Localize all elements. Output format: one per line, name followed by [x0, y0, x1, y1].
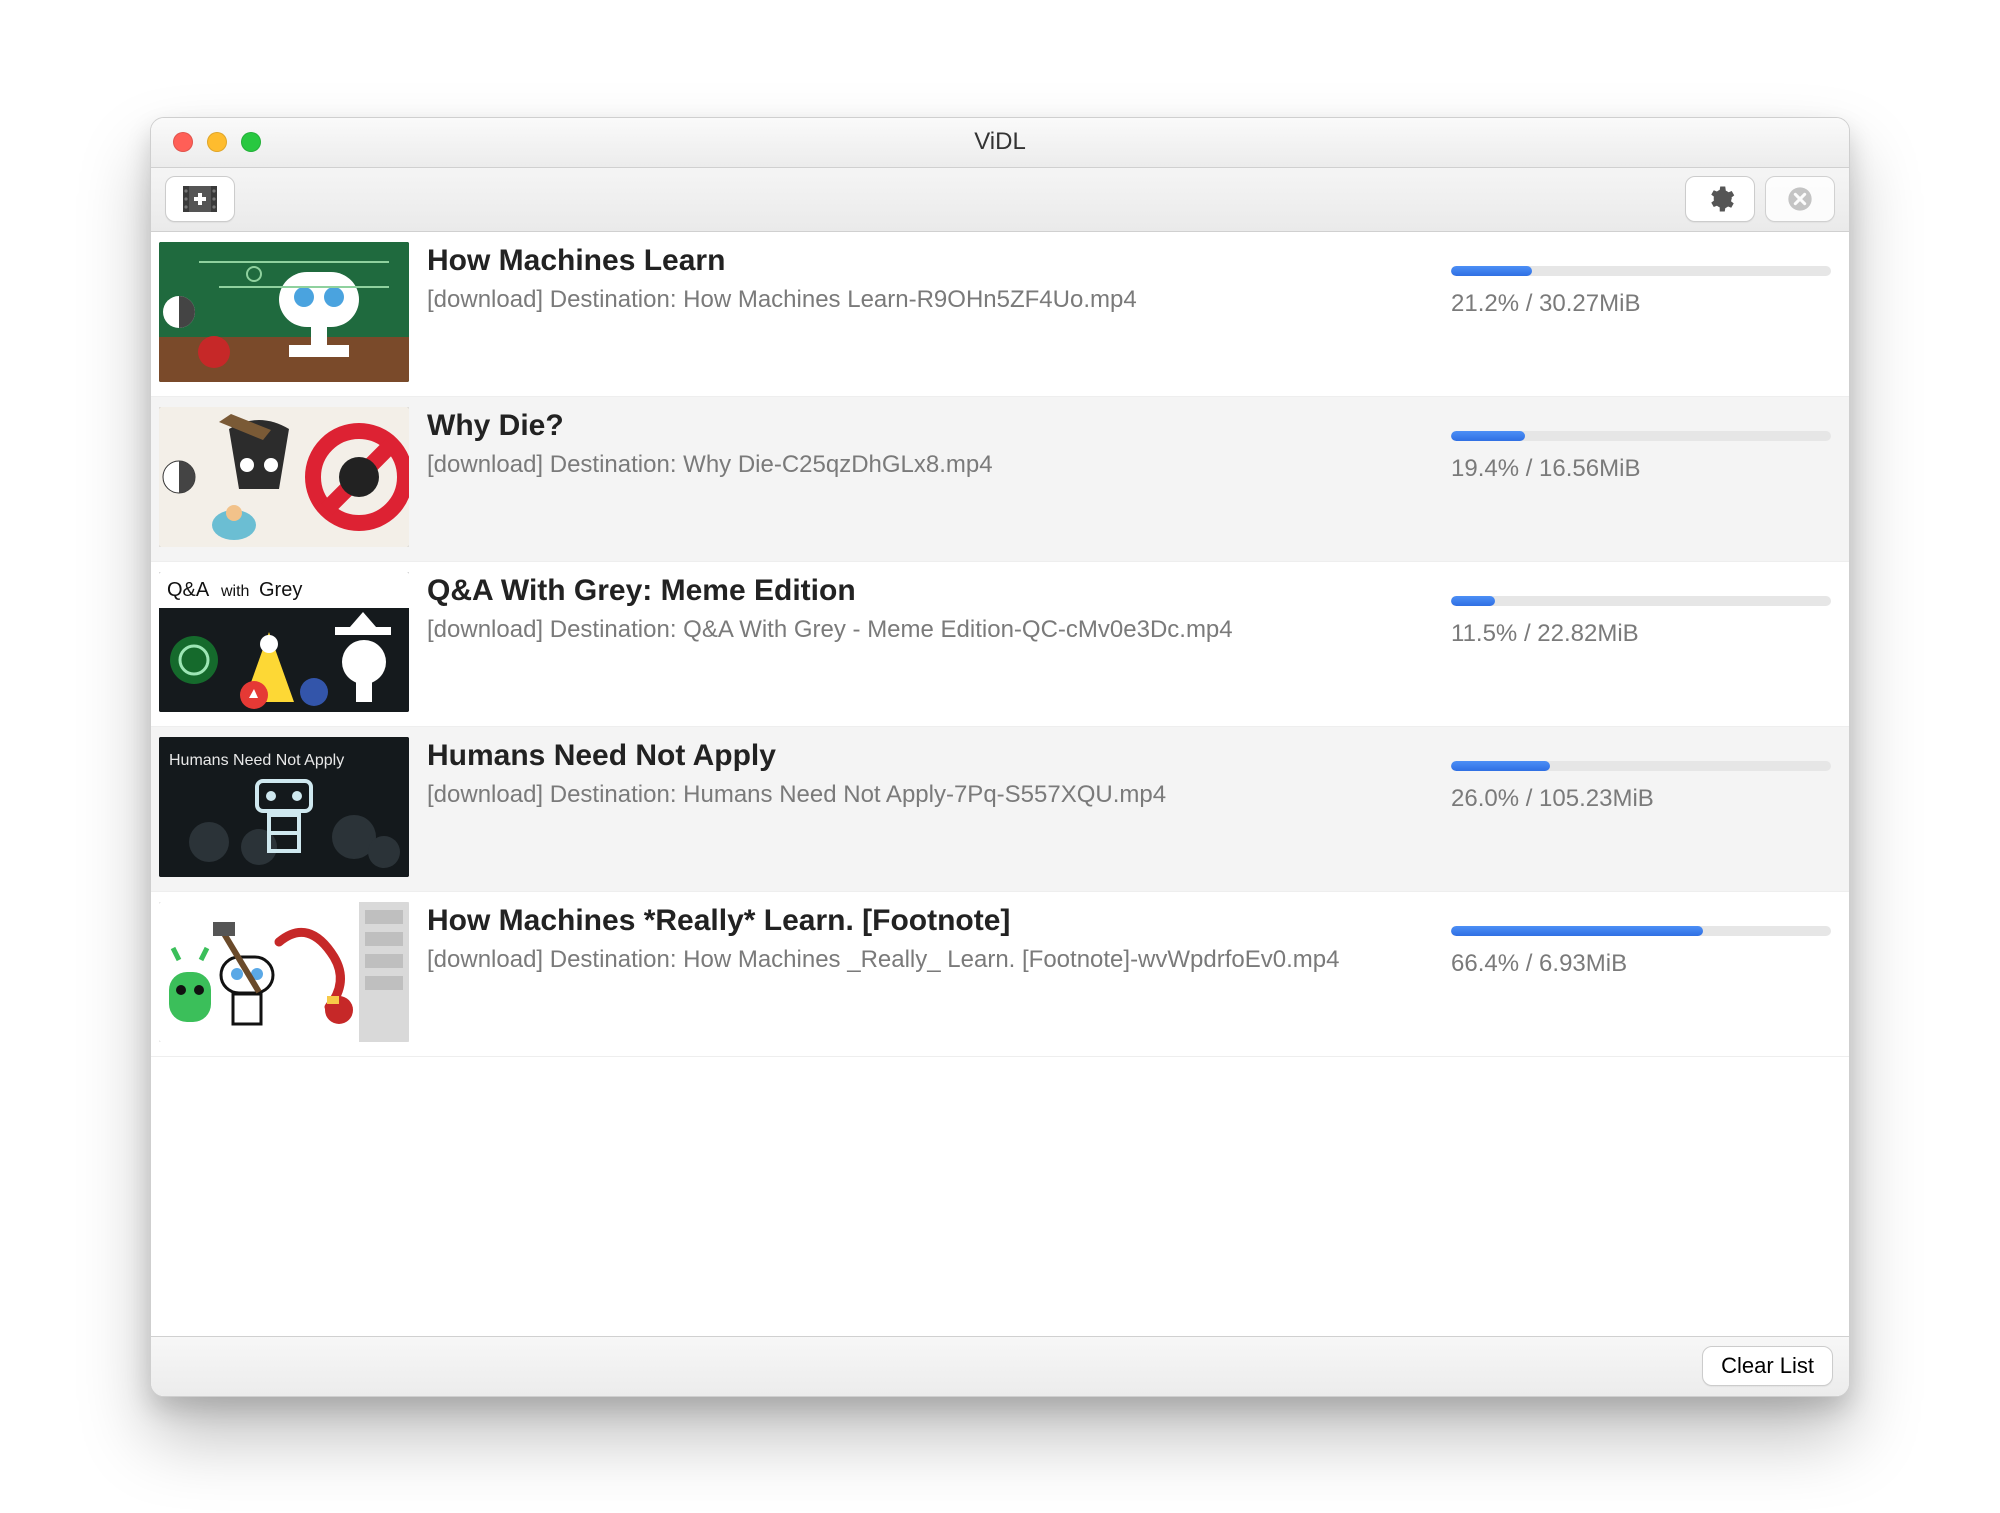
progress-bar [1451, 761, 1831, 771]
titlebar: ViDL [151, 118, 1849, 168]
close-window-button[interactable] [173, 132, 193, 152]
download-status: [download] Destination: How Machines _Re… [427, 944, 1433, 976]
thumbnail [159, 902, 409, 1042]
window-controls [151, 132, 261, 152]
app-window: ViDL [150, 117, 1850, 1397]
progress-bar [1451, 431, 1831, 441]
progress-bar [1451, 596, 1831, 606]
download-info: Q&A With Grey: Meme Edition [download] D… [427, 572, 1433, 646]
progress-text: 66.4% / 6.93MiB [1451, 950, 1831, 978]
settings-button[interactable] [1685, 176, 1755, 222]
svg-text:Humans Need Not Apply: Humans Need Not Apply [169, 752, 344, 769]
download-info: How Machines *Really* Learn. [Footnote] … [427, 902, 1433, 976]
download-title: Humans Need Not Apply [427, 739, 1433, 773]
download-title: How Machines *Really* Learn. [Footnote] [427, 904, 1433, 938]
download-progress-area: 21.2% / 30.27MiB [1451, 242, 1831, 318]
download-progress-area: 66.4% / 6.93MiB [1451, 902, 1831, 978]
thumbnail: Q&A with Grey [159, 572, 409, 712]
download-title: Why Die? [427, 409, 1433, 443]
footer: Clear List [151, 1336, 1849, 1396]
svg-text:Q&A: Q&A [167, 579, 210, 601]
download-row[interactable]: Why Die? [download] Destination: Why Die… [151, 397, 1849, 562]
progress-text: 21.2% / 30.27MiB [1451, 290, 1831, 318]
progress-fill [1451, 926, 1703, 936]
thumbnail: Humans Need Not Apply [159, 737, 409, 877]
download-title: How Machines Learn [427, 244, 1433, 278]
download-title: Q&A With Grey: Meme Edition [427, 574, 1433, 608]
progress-fill [1451, 596, 1495, 606]
progress-text: 19.4% / 16.56MiB [1451, 455, 1831, 483]
cancel-all-button[interactable] [1765, 176, 1835, 222]
download-info: How Machines Learn [download] Destinatio… [427, 242, 1433, 316]
progress-fill [1451, 431, 1525, 441]
download-list: How Machines Learn [download] Destinatio… [151, 232, 1849, 1336]
progress-fill [1451, 761, 1550, 771]
download-status: [download] Destination: How Machines Lea… [427, 284, 1433, 316]
download-progress-area: 26.0% / 105.23MiB [1451, 737, 1831, 813]
minimize-window-button[interactable] [207, 132, 227, 152]
download-row[interactable]: Q&A with Grey Q&A With Grey: Meme Editi [151, 562, 1849, 727]
zoom-window-button[interactable] [241, 132, 261, 152]
download-status: [download] Destination: Why Die-C25qzDhG… [427, 449, 1433, 481]
thumbnail [159, 242, 409, 382]
svg-text:with: with [220, 583, 249, 600]
progress-fill [1451, 266, 1532, 276]
download-progress-area: 19.4% / 16.56MiB [1451, 407, 1831, 483]
window-title: ViDL [151, 128, 1849, 156]
progress-bar [1451, 926, 1831, 936]
download-info: Humans Need Not Apply [download] Destina… [427, 737, 1433, 811]
download-row[interactable]: How Machines *Really* Learn. [Footnote] … [151, 892, 1849, 1057]
thumbnail [159, 407, 409, 547]
clear-list-button[interactable]: Clear List [1702, 1346, 1833, 1386]
cancel-icon [1786, 185, 1814, 213]
download-status: [download] Destination: Humans Need Not … [427, 779, 1433, 811]
add-video-button[interactable] [165, 176, 235, 222]
download-row[interactable]: Humans Need Not Apply Humans Need Not Ap… [151, 727, 1849, 892]
download-status: [download] Destination: Q&A With Grey - … [427, 614, 1433, 646]
progress-text: 11.5% / 22.82MiB [1451, 620, 1831, 648]
toolbar [151, 168, 1849, 232]
download-row[interactable]: How Machines Learn [download] Destinatio… [151, 232, 1849, 397]
download-progress-area: 11.5% / 22.82MiB [1451, 572, 1831, 648]
download-info: Why Die? [download] Destination: Why Die… [427, 407, 1433, 481]
gear-icon [1705, 184, 1735, 214]
svg-text:Grey: Grey [259, 579, 302, 601]
film-plus-icon [182, 185, 218, 213]
progress-bar [1451, 266, 1831, 276]
progress-text: 26.0% / 105.23MiB [1451, 785, 1831, 813]
